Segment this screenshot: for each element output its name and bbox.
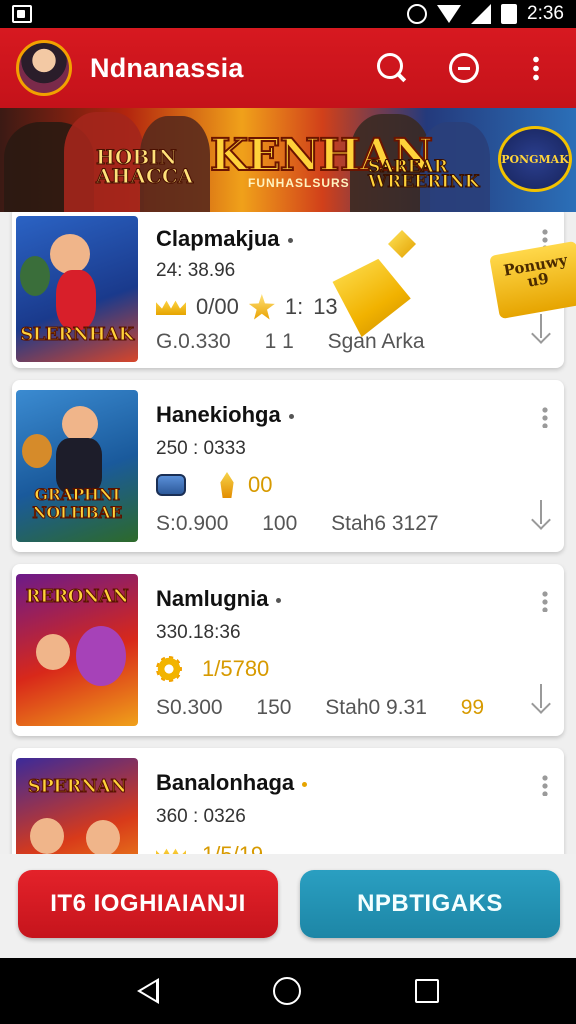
game-meta: 24: 38.96 <box>156 260 236 281</box>
more-vert-icon[interactable] <box>542 590 548 612</box>
search-button[interactable] <box>368 44 416 92</box>
game-name: Namlugnia <box>156 586 269 611</box>
game-stat: 150 <box>256 696 292 719</box>
alarm-icon <box>407 4 428 24</box>
game-name: Banalonhaga <box>156 770 295 795</box>
overflow-menu-button[interactable] <box>512 44 560 92</box>
list-item[interactable]: SPERNAN Banalonhaga 360 : 0326 1/5/19 <box>12 748 564 854</box>
banner-left-text: HOBIN AHACCA <box>95 145 194 188</box>
badge-value: 00 <box>248 472 273 497</box>
minus-circle-icon <box>449 53 479 83</box>
crown-icon <box>156 300 186 315</box>
game-meta: 330.18:36 <box>156 622 241 643</box>
wifi-icon <box>437 5 462 23</box>
battery-icon <box>501 4 518 24</box>
gamepad-icon <box>156 474 186 496</box>
game-stat: S:0.900 <box>156 512 229 535</box>
star-icon <box>248 294 275 320</box>
game-thumbnail: RERONAN <box>16 574 138 726</box>
banner-badge-text: PONGMAK <box>501 152 569 166</box>
cell-signal-icon <box>471 4 492 24</box>
game-meta: 250 : 0333 <box>156 438 246 459</box>
app-bar: Ndnanassia <box>0 28 576 108</box>
recents-icon[interactable] <box>415 979 439 1003</box>
game-thumbnail: SLERNHAK <box>16 216 138 362</box>
banner-right-text: SAREAR WREERINK <box>368 157 481 192</box>
status-bar: 2:36 <box>0 0 576 28</box>
list-item[interactable]: SLERNHAK Clapmakjua 24: 38.96 0/00 1: 13… <box>12 212 564 368</box>
game-stat-highlight: 99 <box>460 696 485 719</box>
badge-value: 13 <box>313 294 338 319</box>
secondary-action-button[interactable]: NPBTIGAKS <box>300 870 560 938</box>
list-item[interactable]: GRAPHNI NOLHBAE Hanekiohga 250 : 0333 00… <box>12 380 564 552</box>
more-vert-icon[interactable] <box>542 774 548 796</box>
search-icon <box>377 53 407 83</box>
game-thumbnail: SPERNAN <box>16 758 138 854</box>
game-thumbnail: GRAPHNI NOLHBAE <box>16 390 138 542</box>
flame-icon <box>220 472 234 498</box>
app-title: Ndnanassia <box>90 52 244 83</box>
game-stat: Stah6 3127 <box>331 512 439 535</box>
badge-value: 1/5/19 <box>202 842 263 854</box>
game-name: Hanekiohga <box>156 402 281 427</box>
bottom-action-bar: IT6 IOGHIAIANJI NPBTIGAKS <box>0 854 576 958</box>
download-icon[interactable] <box>530 684 552 710</box>
badge-value: 1: <box>284 294 304 319</box>
app-screen: 2:36 Ndnanassia HOBIN AHACCA KENHAN FUNH… <box>0 0 576 1024</box>
promo-tag-text: Ponuwy u9 <box>502 250 569 291</box>
download-icon[interactable] <box>530 500 552 526</box>
list-item[interactable]: RERONAN Namlugnia 330.18:36 1/5780 S0.30… <box>12 564 564 736</box>
more-vert-icon[interactable] <box>542 406 548 428</box>
promo-banner[interactable]: HOBIN AHACCA KENHAN FUNHASLSURS SAREAR W… <box>0 108 576 212</box>
minus-button[interactable] <box>440 44 488 92</box>
crown-icon <box>156 848 186 854</box>
game-stat: Stah0 9.31 <box>325 696 427 719</box>
gear-icon <box>156 656 182 682</box>
game-meta: 360 : 0326 <box>156 806 246 827</box>
game-stat: S0.300 <box>156 696 223 719</box>
avatar[interactable] <box>16 40 72 96</box>
game-stat: G.0.330 <box>156 330 231 353</box>
banner-badge: PONGMAK <box>498 126 572 192</box>
game-stat: 100 <box>262 512 298 535</box>
badge-value: 1/5780 <box>202 656 270 681</box>
game-list[interactable]: SLERNHAK Clapmakjua 24: 38.96 0/00 1: 13… <box>0 212 576 854</box>
game-stat: 1 1 <box>264 330 294 353</box>
game-stat: Sgan Arka <box>327 330 425 353</box>
notification-icon <box>12 5 32 23</box>
download-icon[interactable] <box>530 314 552 340</box>
more-vert-icon <box>533 55 539 81</box>
banner-subtitle: FUNHASLSURS <box>248 176 350 190</box>
system-navigation-bar <box>0 958 576 1024</box>
badge-value: 0/00 <box>196 294 239 319</box>
status-time: 2:36 <box>527 3 564 24</box>
back-icon[interactable] <box>137 978 159 1004</box>
game-name: Clapmakjua <box>156 226 280 251</box>
primary-action-button[interactable]: IT6 IOGHIAIANJI <box>18 870 278 938</box>
home-icon[interactable] <box>273 977 301 1005</box>
